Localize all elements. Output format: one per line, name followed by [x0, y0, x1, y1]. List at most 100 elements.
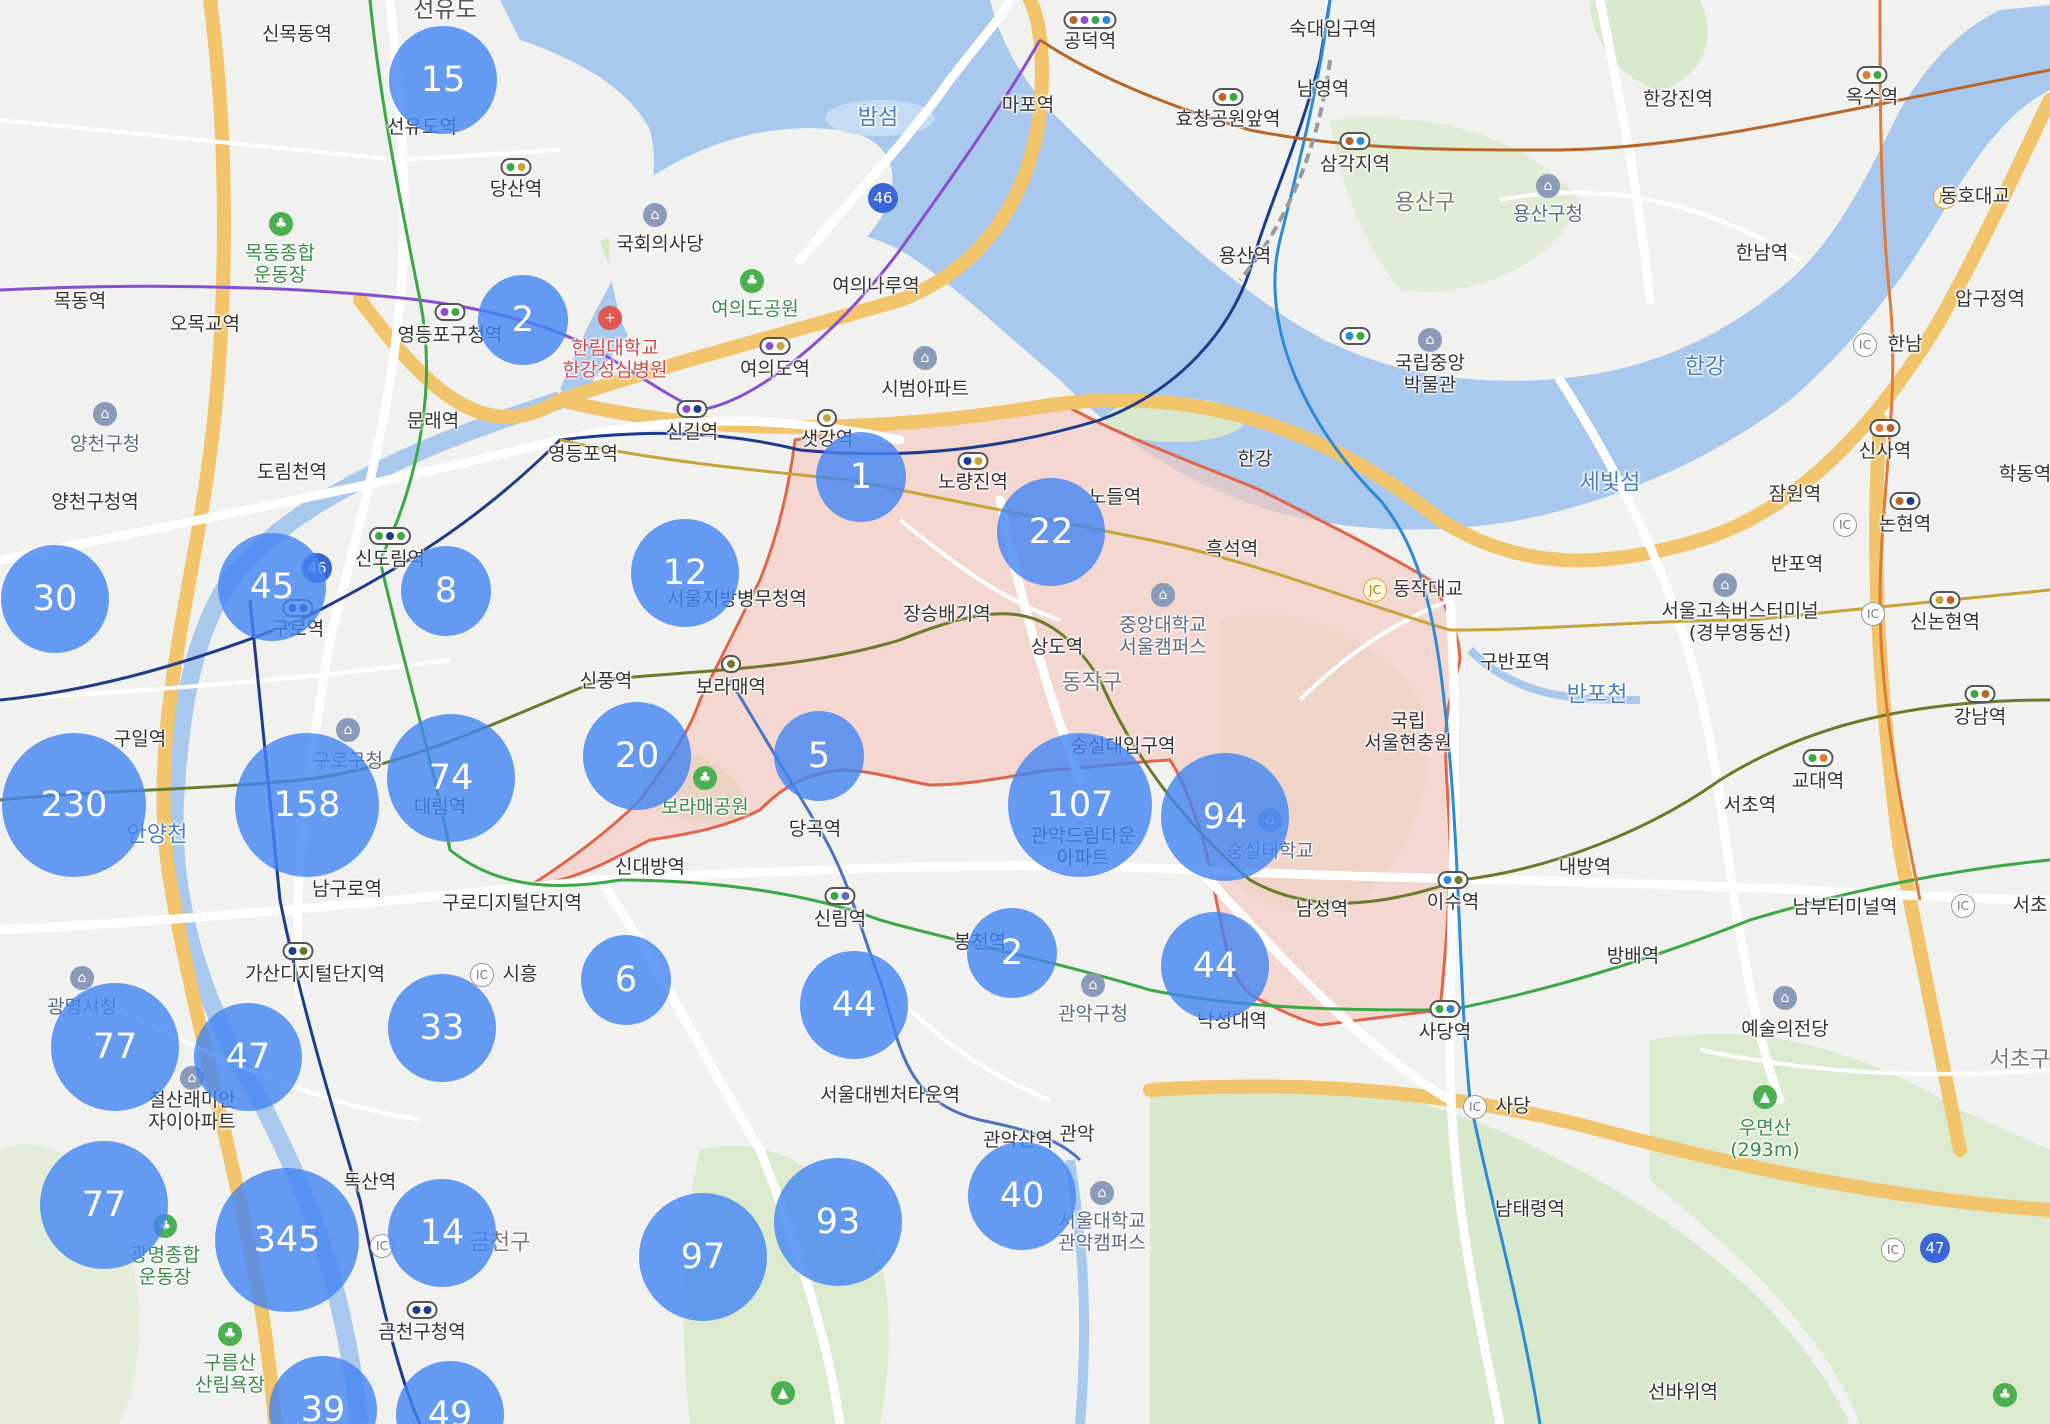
- map-label: 남성역: [1295, 898, 1349, 921]
- subway-station-marker[interactable]: [1063, 11, 1117, 29]
- map-label: 내방역: [1558, 856, 1612, 879]
- map-label: 용산역: [1218, 245, 1272, 268]
- subway-station-marker[interactable]: [817, 409, 837, 427]
- map-label: 공덕역: [1063, 30, 1117, 53]
- cluster-marker[interactable]: 12: [631, 519, 739, 627]
- map-label: 논현역: [1878, 513, 1932, 536]
- cluster-marker[interactable]: 40: [968, 1142, 1076, 1250]
- cluster-marker[interactable]: 230: [2, 733, 146, 877]
- map-label: 흑석역: [1205, 538, 1259, 561]
- map-label: 숙대입구역: [1289, 18, 1377, 41]
- map-label: 한남: [1887, 333, 1923, 356]
- subway-station-marker[interactable]: [721, 655, 741, 673]
- map-label: 잠원역: [1768, 483, 1822, 506]
- subway-station-marker[interactable]: [1856, 66, 1888, 84]
- map-label: 삼각지역: [1320, 153, 1390, 176]
- subway-station-marker[interactable]: [1339, 327, 1371, 345]
- map-view[interactable]: ♣ ⌂ ⌂ ♣ + ⌂ ⌂ ⌂ ⌂ ⌂ ⌂ ♣ ⌂ ⌂ ⌂ ⌂ ⌂ ▲ ⌂ ♣ …: [0, 0, 2050, 1424]
- map-label: 노량진역: [938, 471, 1008, 494]
- subway-station-marker[interactable]: [676, 400, 708, 418]
- map-label: 서울대벤처타운역: [820, 1084, 960, 1107]
- subway-station-marker[interactable]: [1869, 419, 1901, 437]
- cluster-marker[interactable]: 45: [218, 533, 326, 641]
- interchange-marker-icon: IC: [1853, 333, 1877, 357]
- cluster-marker[interactable]: 6: [581, 935, 671, 1025]
- map-label: 당곡역: [788, 818, 842, 841]
- cluster-marker[interactable]: 77: [40, 1141, 168, 1269]
- cluster-marker[interactable]: 107: [1008, 733, 1152, 877]
- cluster-marker[interactable]: 22: [997, 478, 1105, 586]
- subway-station-marker[interactable]: [1437, 871, 1469, 889]
- cluster-marker[interactable]: 44: [800, 951, 908, 1059]
- map-label: 당산역: [489, 178, 543, 201]
- subway-station-marker[interactable]: [406, 1301, 438, 1319]
- bus-terminal-icon: ⌂: [1713, 573, 1737, 597]
- park-icon: ♣: [269, 212, 293, 236]
- cluster-marker[interactable]: 44: [1161, 912, 1269, 1020]
- cluster-marker[interactable]: 74: [387, 714, 515, 842]
- map-label: 영등포역: [548, 443, 618, 466]
- cluster-marker[interactable]: 15: [389, 26, 497, 134]
- subway-station-marker[interactable]: [1429, 1000, 1461, 1018]
- subway-station-marker[interactable]: [1929, 591, 1961, 609]
- cluster-marker[interactable]: 345: [215, 1168, 359, 1312]
- map-label: 한림대학교 한강성심병원: [562, 337, 668, 381]
- government-building-icon: ⌂: [70, 966, 94, 990]
- map-label: 목동역: [53, 290, 107, 313]
- cluster-marker[interactable]: 2: [967, 908, 1057, 998]
- subway-station-marker[interactable]: [957, 452, 989, 470]
- subway-station-marker[interactable]: [500, 158, 532, 176]
- government-building-icon: ⌂: [1081, 973, 1105, 997]
- cluster-marker[interactable]: 97: [639, 1193, 767, 1321]
- cluster-marker[interactable]: 8: [401, 546, 491, 636]
- cluster-marker[interactable]: 14: [388, 1179, 496, 1287]
- cluster-marker[interactable]: 20: [583, 702, 691, 810]
- map-label: 관악: [1059, 1123, 1095, 1146]
- route-number-badge: 47: [1920, 1233, 1950, 1263]
- map-label: 이수역: [1426, 891, 1480, 914]
- subway-station-marker[interactable]: [1964, 685, 1996, 703]
- map-label: 남구로역: [312, 878, 382, 901]
- cluster-marker[interactable]: 47: [194, 1003, 302, 1111]
- cluster-marker[interactable]: 33: [388, 974, 496, 1082]
- map-label: 반포역: [1770, 553, 1824, 576]
- interchange-marker-icon: IC: [1881, 1238, 1905, 1262]
- map-label: 남부터미널역: [1792, 896, 1898, 919]
- map-label: 신길역: [665, 421, 719, 444]
- subway-station-marker[interactable]: [1212, 88, 1244, 106]
- map-label: 상도역: [1030, 636, 1084, 659]
- subway-station-marker[interactable]: [1889, 492, 1921, 510]
- government-building-icon: ⌂: [1536, 174, 1560, 198]
- cluster-marker[interactable]: 2: [478, 275, 568, 365]
- university-icon: ⌂: [1151, 583, 1175, 607]
- cluster-marker[interactable]: 94: [1161, 753, 1289, 881]
- concert-hall-icon: ⌂: [1773, 986, 1797, 1010]
- map-label: 양천구청역: [51, 491, 139, 514]
- hospital-icon: +: [598, 306, 622, 330]
- map-label: 장승배기역: [903, 603, 991, 626]
- subway-station-marker[interactable]: [824, 887, 856, 905]
- subway-station-marker[interactable]: [434, 303, 466, 321]
- subway-station-marker[interactable]: [1802, 749, 1834, 767]
- subway-station-marker[interactable]: [369, 527, 411, 545]
- interchange-marker-icon: IC: [1951, 894, 1975, 918]
- map-label: 세빛섬: [1579, 470, 1641, 496]
- cluster-marker[interactable]: 5: [774, 711, 864, 801]
- subway-station-marker[interactable]: [759, 337, 791, 355]
- junction-marker-icon: JC: [1363, 578, 1387, 602]
- park-icon: ♣: [740, 269, 764, 293]
- cluster-marker[interactable]: 93: [774, 1158, 902, 1286]
- map-label: 교대역: [1791, 770, 1845, 793]
- subway-station-marker[interactable]: [1339, 132, 1371, 150]
- map-label: 동작구: [1061, 670, 1123, 696]
- cluster-marker[interactable]: 158: [235, 733, 379, 877]
- map-label: 오목교역: [170, 313, 240, 336]
- map-label: 옥수역: [1845, 86, 1899, 109]
- map-label: 학동역: [1998, 463, 2050, 486]
- cluster-marker[interactable]: 77: [51, 983, 179, 1111]
- cluster-marker[interactable]: 1: [816, 432, 906, 522]
- park-icon: ♣: [1993, 1383, 2017, 1407]
- subway-station-marker[interactable]: [282, 942, 314, 960]
- cluster-marker[interactable]: 30: [1, 545, 109, 653]
- apartment-icon: ⌂: [913, 346, 937, 370]
